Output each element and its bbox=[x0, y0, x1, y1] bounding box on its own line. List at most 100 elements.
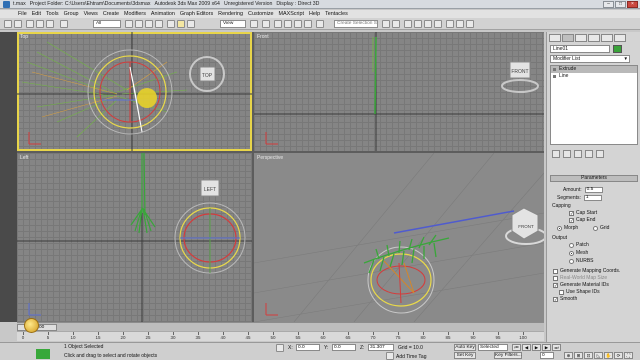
object-name-field[interactable]: Line01 bbox=[550, 45, 610, 53]
show-end-result-icon[interactable] bbox=[563, 150, 571, 158]
viewport-perspective[interactable]: Perspective FRONT bbox=[254, 153, 544, 322]
patch-radio[interactable] bbox=[569, 242, 574, 248]
menu-animation[interactable]: Animation bbox=[151, 11, 175, 17]
cap-end-row[interactable]: ✓ Cap End bbox=[569, 217, 595, 223]
configure-modifier-sets-icon[interactable] bbox=[596, 150, 604, 158]
select-by-name-icon[interactable] bbox=[135, 20, 143, 28]
x-coordinate-field[interactable]: 0.0 bbox=[296, 344, 320, 351]
viewcube-left[interactable]: LEFT bbox=[204, 187, 216, 193]
menu-graph-editors[interactable]: Graph Editors bbox=[180, 11, 213, 17]
next-frame-icon[interactable]: ▶ bbox=[542, 344, 551, 351]
viewport-front[interactable]: Front FRONT bbox=[254, 32, 544, 151]
smooth-row[interactable]: ✓ Smooth bbox=[553, 296, 577, 302]
key-filters-button[interactable]: Key Filters... bbox=[494, 352, 522, 359]
select-object-icon[interactable] bbox=[125, 20, 133, 28]
pan-icon[interactable]: ✋ bbox=[604, 352, 613, 359]
layer-manager-icon[interactable] bbox=[404, 20, 412, 28]
close-button[interactable]: × bbox=[627, 1, 638, 8]
bind-space-warp-icon[interactable] bbox=[46, 20, 54, 28]
z-coordinate-field[interactable]: 31.307 bbox=[368, 344, 394, 351]
spinner-snap-icon[interactable] bbox=[304, 20, 312, 28]
stack-item-extrude[interactable]: Extrude bbox=[551, 66, 637, 73]
real-world-checkbox[interactable] bbox=[553, 275, 558, 281]
minimize-button[interactable]: – bbox=[603, 1, 614, 8]
cap-start-row[interactable]: ✓ Cap Start bbox=[569, 210, 597, 216]
maxscript-listener-icon[interactable] bbox=[24, 318, 39, 333]
y-coordinate-field[interactable]: 0.0 bbox=[332, 344, 356, 351]
stack-item-line[interactable]: Line bbox=[551, 73, 637, 80]
mesh-radio-row[interactable]: Mesh bbox=[569, 250, 588, 256]
lock-selection-icon[interactable] bbox=[276, 344, 284, 352]
material-editor-icon[interactable] bbox=[434, 20, 442, 28]
viewport-left[interactable]: Left LEFT bbox=[17, 153, 252, 322]
play-icon[interactable]: ▶ bbox=[532, 344, 541, 351]
manipulate-icon[interactable] bbox=[262, 20, 270, 28]
auto-key-button[interactable]: Auto Key bbox=[454, 344, 476, 351]
mirror-icon[interactable] bbox=[382, 20, 390, 28]
redo-icon[interactable] bbox=[14, 20, 22, 28]
menu-file[interactable]: File bbox=[18, 11, 27, 17]
zoom-all-icon[interactable]: ⊞ bbox=[574, 352, 583, 359]
gen-material-row[interactable]: ✓ Generate Material IDs bbox=[553, 282, 609, 288]
rendered-frame-icon[interactable] bbox=[456, 20, 464, 28]
modifier-list-dropdown[interactable]: Modifier List ▼ bbox=[550, 55, 630, 63]
grid-radio-row[interactable]: Grid bbox=[593, 225, 609, 231]
reference-coord-dropdown[interactable]: View bbox=[220, 20, 246, 28]
orbit-icon[interactable]: ⟳ bbox=[614, 352, 623, 359]
go-to-start-icon[interactable]: ⏮ bbox=[512, 344, 521, 351]
current-frame-field[interactable]: 0 bbox=[540, 352, 554, 359]
grid-radio[interactable] bbox=[593, 225, 598, 231]
menu-views[interactable]: Views bbox=[84, 11, 98, 17]
nurbs-radio-row[interactable]: NURBS bbox=[569, 258, 594, 264]
menu-edit[interactable]: Edit bbox=[32, 11, 41, 17]
menu-modifiers[interactable]: Modifiers bbox=[124, 11, 146, 17]
angle-snap-icon[interactable] bbox=[284, 20, 292, 28]
viewcube-perspective[interactable]: FRONT bbox=[518, 224, 534, 229]
menu-group[interactable]: Group bbox=[64, 11, 79, 17]
app-icon[interactable] bbox=[3, 0, 10, 8]
create-tab-icon[interactable] bbox=[549, 34, 561, 42]
viewcube-front[interactable]: FRONT bbox=[511, 69, 528, 75]
motion-tab-icon[interactable] bbox=[588, 34, 600, 42]
use-shape-ids-row[interactable]: Use Shape IDs bbox=[559, 289, 600, 295]
curve-editor-icon[interactable] bbox=[414, 20, 422, 28]
percent-snap-icon[interactable] bbox=[294, 20, 302, 28]
set-key-button[interactable]: Set Key bbox=[454, 352, 476, 359]
select-icon[interactable] bbox=[60, 20, 68, 28]
object-color-swatch[interactable] bbox=[613, 45, 622, 53]
schematic-view-icon[interactable] bbox=[424, 20, 432, 28]
real-world-row[interactable]: Real-World Map Size bbox=[553, 275, 607, 281]
zoom-extents-icon[interactable]: ⊡ bbox=[584, 352, 593, 359]
menu-help[interactable]: Help bbox=[309, 11, 320, 17]
align-icon[interactable] bbox=[392, 20, 400, 28]
previous-frame-icon[interactable]: ◀ bbox=[522, 344, 531, 351]
window-crossing-icon[interactable] bbox=[155, 20, 163, 28]
rectangle-selection-icon[interactable] bbox=[145, 20, 153, 28]
time-slider-track[interactable]: 0 / 100 bbox=[17, 322, 544, 331]
patch-radio-row[interactable]: Patch bbox=[569, 242, 589, 248]
gen-material-checkbox[interactable]: ✓ bbox=[553, 282, 558, 288]
gen-mapping-checkbox[interactable] bbox=[553, 268, 558, 274]
viewport-top[interactable]: Top TOP bbox=[17, 32, 252, 151]
pin-stack-icon[interactable] bbox=[552, 150, 560, 158]
utilities-tab-icon[interactable] bbox=[614, 34, 626, 42]
selection-filter-dropdown[interactable]: All bbox=[93, 20, 121, 28]
quick-render-icon[interactable] bbox=[466, 20, 474, 28]
parameters-rollout-header[interactable]: Parameters bbox=[550, 175, 638, 182]
cap-end-checkbox[interactable]: ✓ bbox=[569, 217, 574, 223]
track-bar[interactable]: 0 5 10 15 20 25 30 35 40 45 50 55 60 65 … bbox=[17, 331, 544, 341]
time-tag-icon[interactable] bbox=[386, 352, 394, 360]
field-of-view-icon[interactable]: ◺ bbox=[594, 352, 603, 359]
edit-named-selection-icon[interactable] bbox=[316, 20, 324, 28]
hierarchy-tab-icon[interactable] bbox=[575, 34, 587, 42]
remove-modifier-icon[interactable] bbox=[585, 150, 593, 158]
rotate-icon[interactable] bbox=[177, 20, 185, 28]
maximize-button[interactable]: □ bbox=[615, 1, 626, 8]
add-time-tag[interactable]: Add Time Tag bbox=[396, 354, 426, 360]
key-mode-dropdown[interactable]: Selected bbox=[478, 344, 508, 351]
go-to-end-icon[interactable]: ⏭ bbox=[552, 344, 561, 351]
menu-customize[interactable]: Customize bbox=[248, 11, 273, 17]
undo-icon[interactable] bbox=[4, 20, 12, 28]
cap-start-checkbox[interactable]: ✓ bbox=[569, 210, 574, 216]
pivot-center-icon[interactable] bbox=[250, 20, 258, 28]
